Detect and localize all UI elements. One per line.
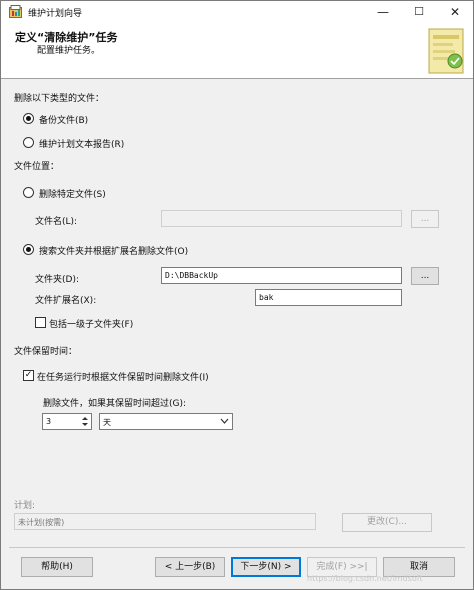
title-bar: 维护计划向导 — ☐ ✕ (1, 1, 473, 23)
folder-label: 文件夹(D): (35, 275, 79, 285)
backup-files-radio[interactable] (23, 113, 34, 124)
retention-unit-select[interactable]: 天 (99, 413, 233, 430)
schedule-field: 未计划(按需) (14, 513, 316, 530)
bottom-divider (9, 547, 465, 548)
spin-arrows-icon[interactable] (80, 415, 90, 428)
retention-check-label[interactable]: 在任务运行时根据文件保留时间删除文件(I) (37, 370, 209, 383)
chevron-down-icon (220, 418, 229, 424)
window-title: 维护计划向导 (28, 9, 83, 19)
retention-label: 文件保留时间： (14, 347, 78, 357)
maximize-button[interactable]: ☐ (401, 1, 437, 23)
change-schedule-button[interactable]: 更改(C)... (342, 513, 432, 532)
search-folder-label[interactable]: 搜索文件夹并根据扩展名删除文件(O) (39, 244, 188, 257)
delete-type-label: 删除以下类型的文件： (14, 94, 105, 104)
extension-label: 文件扩展名(X): (35, 296, 97, 306)
file-name-input[interactable] (161, 210, 402, 227)
retention-unit-value: 天 (103, 418, 111, 427)
extension-input[interactable]: bak (255, 289, 402, 306)
file-name-label: 文件名(L): (35, 217, 78, 227)
specific-file-radio[interactable] (23, 187, 34, 198)
folder-input[interactable]: D:\DBBackUp (161, 267, 402, 284)
schedule-label: 计划: (14, 501, 36, 511)
wizard-window: 维护计划向导 — ☐ ✕ 定义“清除维护”任务 配置维护任务。 删除以下类型的文… (0, 0, 474, 590)
watermark-text: https://blog.csdn.net/lmdsoft (307, 574, 423, 583)
backup-files-label[interactable]: 备份文件(B) (39, 113, 88, 126)
retention-amount-value: 3 (46, 417, 52, 426)
browse-file-button[interactable]: ... (411, 210, 439, 228)
help-button[interactable]: 帮助(H) (21, 557, 93, 577)
include-subfolders-label[interactable]: 包括一级子文件夹(F) (49, 317, 133, 330)
report-files-radio[interactable] (23, 137, 34, 148)
wizard-header: 定义“清除维护”任务 配置维护任务。 (1, 23, 473, 79)
report-files-label[interactable]: 维护计划文本报告(R) (39, 137, 124, 150)
page-subtitle: 配置维护任务。 (37, 46, 101, 56)
next-button[interactable]: 下一步(N) > (231, 557, 301, 577)
older-than-label: 删除文件，如果其保留时间超过(G): (43, 399, 187, 409)
back-button[interactable]: < 上一步(B) (155, 557, 225, 577)
wizard-illustration-icon (428, 28, 464, 74)
minimize-button[interactable]: — (365, 1, 401, 23)
close-button[interactable]: ✕ (437, 1, 473, 23)
retention-checkbox[interactable]: ✓ (23, 370, 34, 381)
browse-folder-button[interactable]: ... (411, 267, 439, 285)
include-subfolders-checkbox[interactable] (35, 317, 46, 328)
maintenance-plan-icon (9, 5, 22, 18)
search-folder-radio[interactable] (23, 244, 34, 255)
specific-file-label[interactable]: 删除特定文件(S) (39, 187, 106, 200)
file-location-label: 文件位置： (14, 162, 60, 172)
